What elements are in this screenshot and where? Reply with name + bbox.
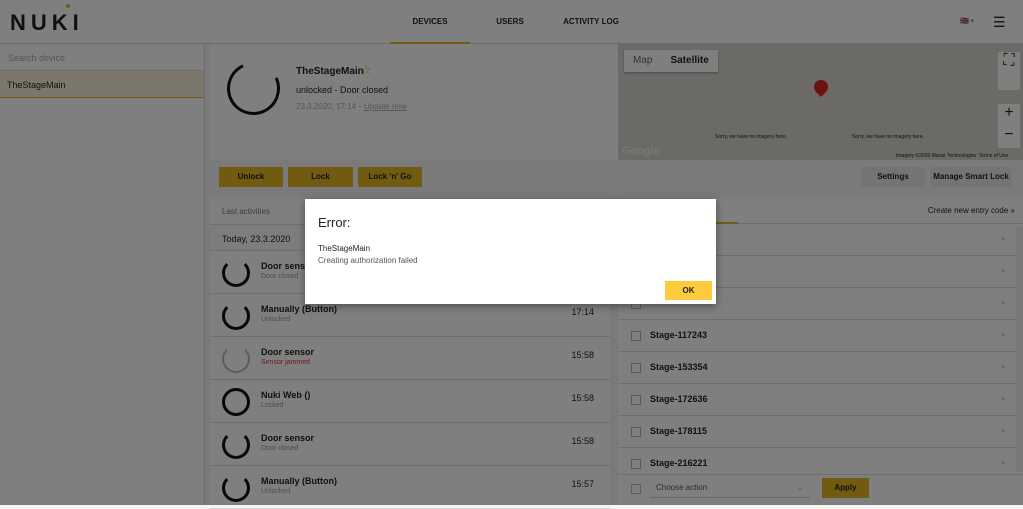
error-dialog: Error: TheStageMain Creating authorizati… xyxy=(305,199,716,304)
dialog-message: Creating authorization failed xyxy=(318,256,418,265)
ok-button[interactable]: OK xyxy=(665,281,712,300)
dialog-device: TheStageMain xyxy=(318,244,371,253)
dialog-title: Error: xyxy=(318,215,351,230)
